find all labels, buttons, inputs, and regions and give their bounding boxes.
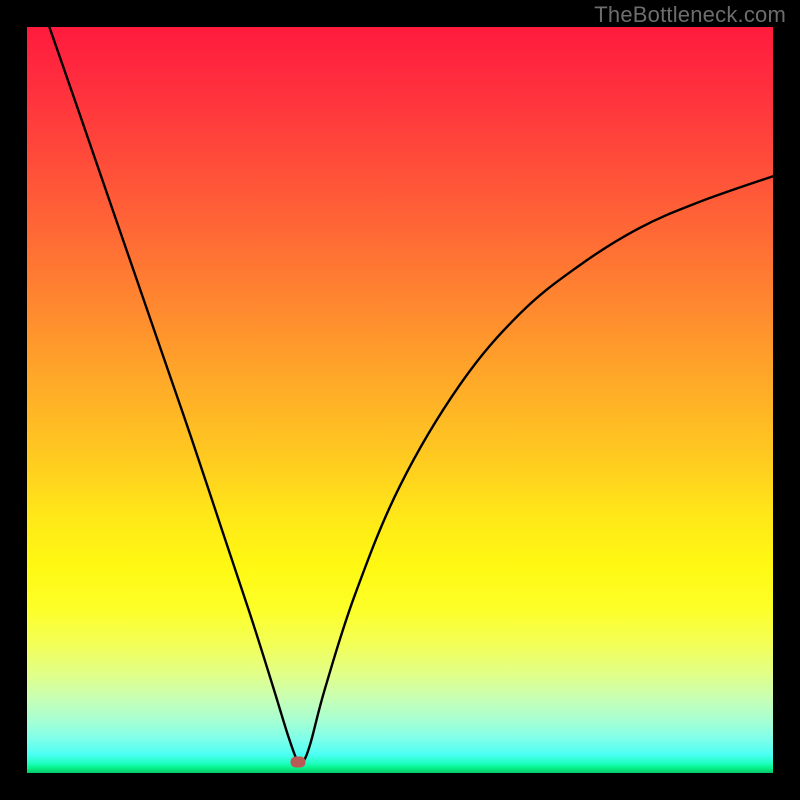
chart-frame: TheBottleneck.com [0, 0, 800, 800]
bottleneck-curve [49, 27, 773, 765]
plot-area [27, 27, 773, 773]
minimum-marker [290, 756, 305, 767]
watermark-text: TheBottleneck.com [594, 2, 786, 28]
curve-svg [27, 27, 773, 773]
